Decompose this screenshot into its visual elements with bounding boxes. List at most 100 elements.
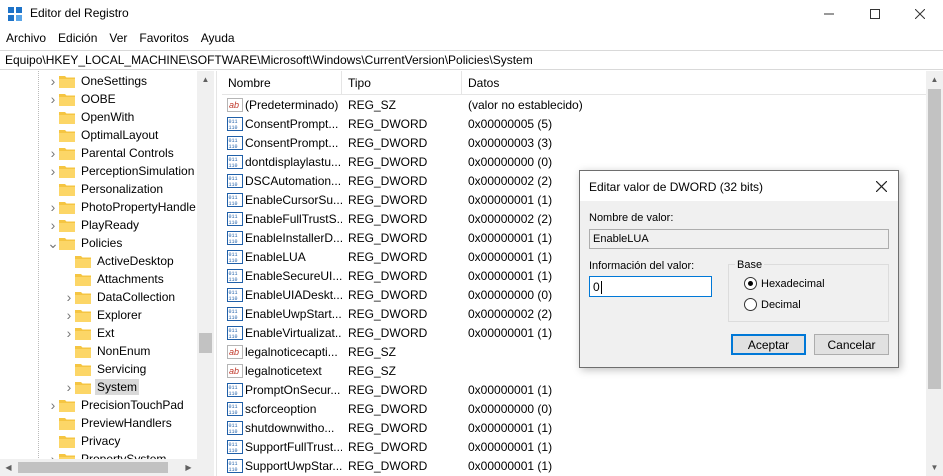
chevron-right-icon[interactable]: › [63,324,75,342]
minimize-button[interactable] [806,0,852,28]
folder-icon [59,417,75,430]
menu-favoritos[interactable]: Favoritos [133,29,194,49]
radio-hexadecimal-label: Hexadecimal [761,277,825,290]
list-item[interactable]: 011 110 ConsentPrompt... REG_DWORD 0x0000000… [222,133,927,152]
value-name-cell: 011 110 SupportUwpStar... [222,458,342,473]
key-tree[interactable]: › OneSettings › OOBE OpenWith OptimalLayout › P… [0,71,216,476]
tree-item[interactable]: › OneSettings [47,72,149,90]
dword-value-icon: 011110 [227,173,243,188]
list-item[interactable]: 011 110 SupportUwpStar... REG_DWORD 0x000000… [222,456,927,475]
tree-vertical-scrollbar[interactable]: ▲ [197,71,214,476]
tree-item[interactable]: › System [63,378,140,396]
scroll-up-arrow-icon[interactable]: ▲ [926,71,943,88]
column-header-nombre[interactable]: Nombre [222,71,342,95]
tree-item[interactable]: › PerceptionSimulation [47,162,196,180]
scroll-up-arrow-icon[interactable]: ▲ [197,71,214,88]
chevron-right-icon[interactable]: › [47,144,59,162]
scroll-down-arrow-icon[interactable]: ▼ [926,459,943,476]
tree-item[interactable]: › DataCollection [63,288,177,306]
list-item[interactable]: 011 110 shutdownwitho... REG_DWORD 0x0000000… [222,418,927,437]
close-button[interactable] [897,0,943,28]
tree-item[interactable]: OpenWith [47,108,136,126]
list-item[interactable]: 011 110 scforceoption REG_DWORD 0x00000000 (… [222,399,927,418]
tree-item[interactable]: NonEnum [63,342,152,360]
cancel-button[interactable]: Cancelar [814,334,889,355]
dword-value-icon: 011110 [227,287,243,302]
tree-item[interactable]: › PrecisionTouchPad [47,396,186,414]
tree-item-label: Explorer [97,308,142,322]
folder-icon [59,435,75,448]
value-name-text: shutdownwitho... [245,420,335,435]
tree-item[interactable]: OptimalLayout [47,126,160,144]
tree-item[interactable]: › Explorer [63,306,144,324]
folder-icon [75,255,91,268]
chevron-right-icon[interactable]: › [63,378,75,396]
tree-scroll-thumb[interactable] [199,333,212,353]
dword-value-icon: 011110 [227,230,243,245]
value-name-text: EnableVirtualizat... [245,325,342,340]
tree-item[interactable]: Servicing [63,360,148,378]
tree-item[interactable]: ⌄ Policies [47,234,124,252]
tree-item[interactable]: › Parental Controls [47,144,176,162]
tree-item[interactable]: › Ext [63,324,116,342]
tree-horizontal-scrollbar[interactable]: ◀ ▶ [0,459,197,476]
close-icon [915,9,925,19]
chevron-right-icon[interactable]: › [63,288,75,306]
list-item[interactable]: ab (Predeterminado) REG_SZ (valor no establ… [222,95,927,114]
list-item[interactable]: 011 110 ConsentPrompt... REG_DWORD 0x0000000… [222,114,927,133]
scroll-left-arrow-icon[interactable]: ◀ [0,459,17,476]
dialog-close-button[interactable] [864,171,898,201]
maximize-button[interactable] [852,0,898,28]
menu-ayuda[interactable]: Ayuda [195,29,241,49]
tree-item-label: PrecisionTouchPad [81,398,184,412]
chevron-right-icon[interactable]: › [47,90,59,108]
value-data-input[interactable]: 0 [589,276,712,297]
string-value-icon: ab [227,344,243,359]
menu-ver[interactable]: Ver [103,29,133,49]
value-data-cell: 0x00000003 (3) [468,135,553,150]
list-item[interactable]: 011 110 SupportFullTrust... REG_DWORD 0x0000… [222,437,927,456]
window-title: Editor del Registro [30,6,129,20]
chevron-down-icon[interactable]: ⌄ [47,234,59,252]
tree-hscroll-thumb[interactable] [18,462,168,473]
list-item[interactable]: 011 110 dontdisplaylastu... REG_DWORD 0x0000… [222,152,927,171]
menu-archivo[interactable]: Archivo [0,29,52,49]
chevron-right-icon[interactable]: › [47,72,59,90]
chevron-right-icon[interactable]: › [47,162,59,180]
value-type-cell: REG_DWORD [348,268,428,283]
value-name-field[interactable]: EnableLUA [589,229,889,249]
list-scroll-thumb[interactable] [928,89,941,389]
tree-item[interactable]: ActiveDesktop [63,252,176,270]
radio-decimal[interactable]: Decimal [744,298,801,311]
value-name-cell: 011 110 shutdownwitho... [222,420,342,435]
radio-button-checked[interactable] [744,277,757,290]
column-header-datos[interactable]: Datos [462,71,927,95]
tree-item[interactable]: Personalization [47,180,165,198]
menu-edicion[interactable]: Edición [52,29,103,49]
chevron-right-icon[interactable]: › [47,216,59,234]
svg-text:ab: ab [229,366,239,376]
tree-item-label: OneSettings [81,74,148,88]
tree-item[interactable]: › PlayReady [47,216,141,234]
list-item[interactable]: 011 110 PromptOnSecur... REG_DWORD 0x0000000… [222,380,927,399]
chevron-right-icon[interactable]: › [47,396,59,414]
column-header-tipo[interactable]: Tipo [342,71,462,95]
tree-item[interactable]: Privacy [47,432,122,450]
tree-item[interactable]: › PhotoPropertyHandle [47,198,198,216]
address-bar[interactable]: Equipo\HKEY_LOCAL_MACHINE\SOFTWARE\Micro… [0,50,943,70]
radio-button-unchecked[interactable] [744,298,757,311]
tree-item[interactable]: › OOBE [47,90,118,108]
chevron-right-icon[interactable]: › [47,198,59,216]
accept-button[interactable]: Aceptar [731,334,806,355]
value-name-text: EnableUIADeskt... [245,287,342,302]
list-vertical-scrollbar[interactable]: ▲ ▼ [926,71,943,476]
tree-item[interactable]: Attachments [63,270,166,288]
scroll-right-arrow-icon[interactable]: ▶ [180,459,197,476]
value-data-cell: 0x00000001 (1) [468,439,553,454]
value-type-cell: REG_SZ [348,344,397,359]
radio-hexadecimal[interactable]: Hexadecimal [744,277,825,290]
chevron-right-icon[interactable]: › [63,306,75,324]
tree-item[interactable]: PreviewHandlers [47,414,174,432]
tree-item-label: Ext [97,326,115,340]
